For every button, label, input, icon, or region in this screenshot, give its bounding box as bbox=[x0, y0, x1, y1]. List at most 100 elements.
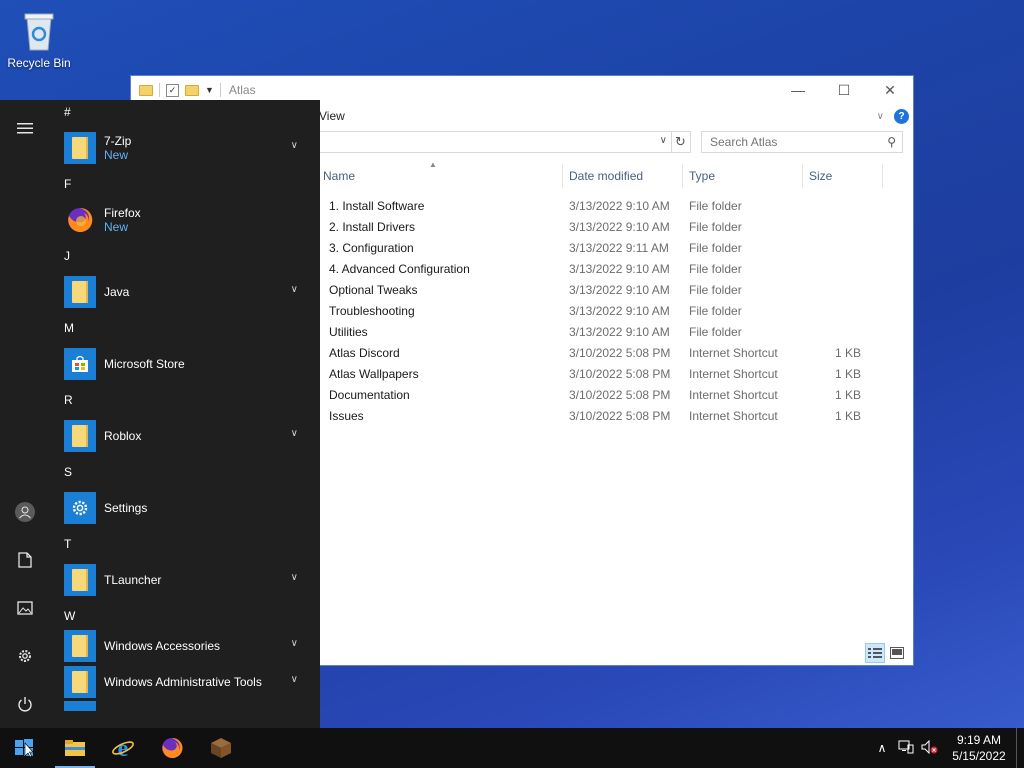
file-row[interactable]: Optional Tweaks 3/13/2022 9:10 AM File fol… bbox=[317, 280, 875, 301]
file-row[interactable]: Atlas Wallpapers 3/10/2022 5:08 PM Interne… bbox=[317, 364, 875, 385]
file-date: 3/10/2022 5:08 PM bbox=[569, 388, 671, 402]
app-java[interactable]: Java ∨ bbox=[50, 268, 320, 316]
search-icon: ⚲ bbox=[887, 135, 896, 149]
app-7-zip[interactable]: 7-Zip New ∨ bbox=[50, 124, 320, 172]
expand-ribbon-icon[interactable]: ∨ bbox=[877, 111, 884, 122]
power-button[interactable] bbox=[0, 684, 50, 724]
show-hidden-icons-button[interactable]: ∧ bbox=[870, 741, 894, 755]
file-type: File folder bbox=[689, 325, 742, 339]
address-history-icon[interactable]: ∨ bbox=[660, 135, 667, 146]
picture-icon bbox=[17, 601, 33, 615]
documents-button[interactable] bbox=[0, 540, 50, 580]
help-icon[interactable]: ? bbox=[894, 109, 909, 124]
taskbar: e ∧ 9:19 AM 5/15/2022 bbox=[0, 728, 1024, 768]
app-name: TLauncher bbox=[104, 573, 162, 587]
column-size[interactable]: Size bbox=[803, 164, 883, 188]
refresh-button[interactable]: ↻ bbox=[671, 131, 691, 153]
file-date: 3/13/2022 9:10 AM bbox=[569, 220, 670, 234]
maximize-button[interactable]: ☐ bbox=[821, 76, 867, 104]
file-type: File folder bbox=[689, 241, 742, 255]
file-date: 3/13/2022 9:11 AM bbox=[569, 241, 669, 255]
file-row[interactable]: 1. Install Software 3/13/2022 9:10 AM File… bbox=[317, 196, 875, 217]
app-microsoft-store[interactable]: Microsoft Store bbox=[50, 340, 320, 388]
file-row[interactable]: 4. Advanced Configuration 3/13/2022 9:10 … bbox=[317, 259, 875, 280]
app-firefox[interactable]: Firefox New bbox=[50, 196, 320, 244]
section-header[interactable]: J bbox=[50, 244, 320, 268]
app-windows-accessories[interactable]: Windows Accessories ∨ bbox=[50, 628, 320, 664]
column-name[interactable]: Name bbox=[317, 164, 563, 188]
start-menu: # 7-Zip New ∨ F Firefox New J Java ∨ M Mic… bbox=[0, 100, 320, 728]
chevron-down-icon: ∨ bbox=[290, 572, 298, 583]
app-settings[interactable]: Settings bbox=[50, 484, 320, 532]
section-header[interactable]: F bbox=[50, 172, 320, 196]
app-tlauncher[interactable]: TLauncher ∨ bbox=[50, 556, 320, 604]
app-name: Settings bbox=[104, 501, 148, 515]
minecraft-block-icon bbox=[211, 738, 231, 758]
file-size bbox=[803, 217, 875, 238]
user-account-button[interactable] bbox=[0, 492, 50, 532]
toolbar-divider bbox=[219, 83, 221, 97]
tab-view[interactable]: View bbox=[319, 109, 345, 123]
close-button[interactable]: ✕ bbox=[867, 76, 913, 104]
network-icon[interactable] bbox=[894, 740, 918, 757]
address-bar[interactable]: ∨ bbox=[317, 131, 672, 153]
app-name: 7-Zip bbox=[104, 134, 132, 148]
list-item[interactable] bbox=[50, 700, 320, 712]
svg-text:e: e bbox=[118, 737, 129, 759]
file-size: 1 KB bbox=[834, 409, 861, 423]
hamburger-icon bbox=[17, 123, 33, 134]
customize-toolbar-icon[interactable]: ▼ bbox=[205, 85, 214, 95]
column-type[interactable]: Type bbox=[683, 164, 803, 188]
details-view-button[interactable] bbox=[865, 643, 885, 663]
expand-menu-button[interactable] bbox=[0, 108, 50, 148]
large-icons-view-button[interactable] bbox=[887, 643, 907, 663]
file-row[interactable]: Utilities 3/13/2022 9:10 AM File folder bbox=[317, 322, 875, 343]
store-icon bbox=[64, 348, 96, 380]
chevron-down-icon: ∨ bbox=[290, 674, 298, 685]
start-button[interactable] bbox=[0, 728, 48, 768]
section-header[interactable]: W bbox=[50, 604, 320, 628]
taskbar-firefox[interactable] bbox=[148, 728, 196, 768]
quick-access-toolbar: ✓ ▼ bbox=[139, 83, 221, 97]
settings-button[interactable] bbox=[0, 636, 50, 676]
minimize-button[interactable]: — bbox=[775, 76, 821, 104]
avatar-icon bbox=[15, 502, 35, 522]
file-size: 1 KB bbox=[834, 388, 861, 402]
file-type: File folder bbox=[689, 283, 742, 297]
file-size bbox=[803, 259, 875, 280]
new-badge: New bbox=[104, 220, 129, 234]
file-row[interactable]: Troubleshooting 3/13/2022 9:10 AM File fol… bbox=[317, 301, 875, 322]
section-header[interactable]: S bbox=[50, 460, 320, 484]
window-title: Atlas bbox=[228, 83, 256, 97]
section-header[interactable]: # bbox=[50, 100, 320, 124]
taskbar-file-explorer[interactable] bbox=[51, 728, 99, 768]
file-date: 3/13/2022 9:10 AM bbox=[569, 304, 670, 318]
file-row[interactable]: 2. Install Drivers 3/13/2022 9:10 AM File … bbox=[317, 217, 875, 238]
file-type: Internet Shortcut bbox=[689, 388, 778, 402]
file-row[interactable]: 3. Configuration 3/13/2022 9:11 AM File fo… bbox=[317, 238, 875, 259]
search-input[interactable] bbox=[702, 132, 872, 152]
file-row[interactable]: Issues 3/10/2022 5:08 PM Internet Shortcut… bbox=[317, 406, 875, 427]
pictures-button[interactable] bbox=[0, 588, 50, 628]
file-date: 3/13/2022 9:10 AM bbox=[569, 325, 670, 339]
app-windows-administrative-tools[interactable]: Windows Administrative Tools ∨ bbox=[50, 664, 320, 700]
section-header[interactable]: M bbox=[50, 316, 320, 340]
file-date: 3/13/2022 9:10 AM bbox=[569, 199, 670, 213]
column-date-modified[interactable]: Date modified bbox=[563, 164, 683, 188]
properties-icon[interactable]: ✓ bbox=[166, 83, 179, 97]
volume-muted-icon[interactable] bbox=[918, 739, 942, 757]
section-header[interactable]: T bbox=[50, 532, 320, 556]
file-row[interactable]: Documentation 3/10/2022 5:08 PM Internet S… bbox=[317, 385, 875, 406]
show-desktop-button[interactable] bbox=[1016, 728, 1024, 768]
taskbar-tlauncher[interactable] bbox=[197, 728, 245, 768]
file-name: Utilities bbox=[329, 325, 368, 339]
taskbar-internet-explorer[interactable]: e bbox=[99, 728, 147, 768]
app-roblox[interactable]: Roblox ∨ bbox=[50, 412, 320, 460]
file-row[interactable]: Atlas Discord 3/10/2022 5:08 PM Internet S… bbox=[317, 343, 875, 364]
file-date: 3/13/2022 9:10 AM bbox=[569, 283, 670, 297]
clock[interactable]: 9:19 AM 5/15/2022 bbox=[942, 732, 1016, 764]
new-folder-icon[interactable] bbox=[185, 84, 199, 96]
section-header[interactable]: R bbox=[50, 388, 320, 412]
search-box[interactable]: ⚲ bbox=[701, 131, 903, 153]
recycle-bin-shortcut[interactable]: Recycle Bin bbox=[6, 8, 72, 70]
